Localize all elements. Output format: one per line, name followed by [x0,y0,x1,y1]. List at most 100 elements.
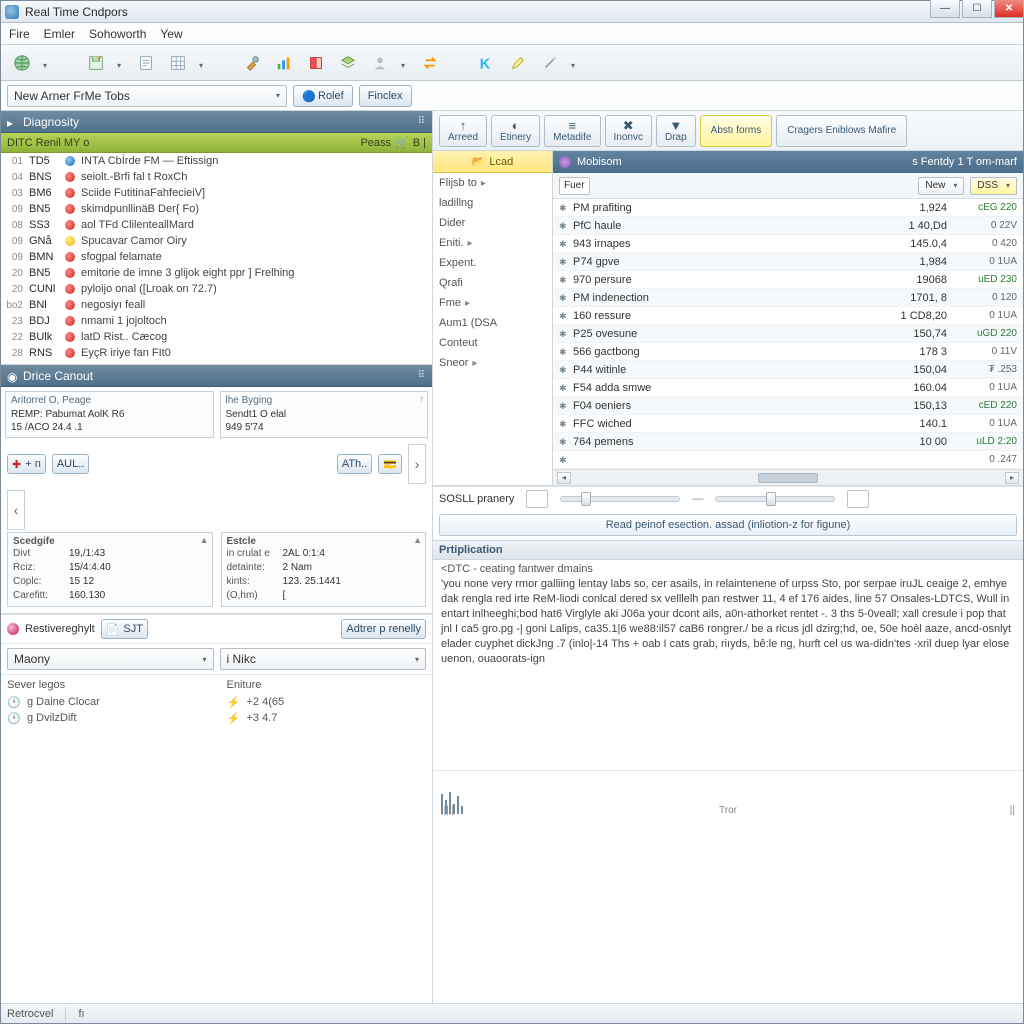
data-row[interactable]: ✱0 .247 [553,451,1023,469]
fuer-button[interactable]: Fuer [559,177,590,195]
load-item[interactable]: Qrafi [439,277,546,289]
dtc-row[interactable]: 20BN5emitorie de imne 3 glijok eight ppr… [1,265,432,281]
new-combo[interactable]: New▾ [918,177,964,195]
data-row[interactable]: ✱764 pemens10 00uLD 2:20 [553,433,1023,451]
pencil-icon[interactable] [507,52,529,74]
load-item[interactable]: Aum1 (DSA [439,317,546,329]
read-button[interactable]: Read peinof esection. assad (inliotion-z… [439,514,1017,536]
sjt-button[interactable]: 📄SJT [101,619,148,639]
swap-icon[interactable] [419,52,441,74]
relief-button[interactable]: 🔵Rolef [293,85,353,107]
panel-grip-icon[interactable]: ⠿ [418,370,426,381]
sosl-field[interactable] [526,490,548,508]
dss-combo[interactable]: DSS▾ [970,177,1017,195]
data-row[interactable]: ✱970 persure19068uED 230 [553,271,1023,289]
dtc-row[interactable]: 08SS3aol TFd ClilenteallMard [1,217,432,233]
dtc-row[interactable]: 04BNSseiolt.-Brfi fal t RoxCh [1,169,432,185]
load-item[interactable]: Dider [439,217,546,229]
layers-icon[interactable] [337,52,359,74]
chart-icon[interactable] [273,52,295,74]
tools-icon[interactable] [241,52,263,74]
dtc-row[interactable]: 09BMNsfogpal felamate [1,249,432,265]
load-item[interactable]: Conteut [439,337,546,349]
dtc-list[interactable]: 01TD5INTA Cbİrde FM — Eftissign04BNSseio… [1,153,432,365]
menu-fire[interactable]: Fire [9,27,30,41]
k-icon[interactable]: K [475,52,497,74]
load-item[interactable]: Eniti.▸ [439,237,546,249]
action-metadife[interactable]: ≡Metadife [544,115,600,147]
dtc-row[interactable]: bo2BNlnegosiyı feall [1,297,432,313]
cart-icon[interactable]: 🛒 [395,136,409,149]
data-row[interactable]: ✱P25 ovesune150,74uGD 220 [553,325,1023,343]
plus-button[interactable]: ✚+ n [7,454,46,474]
action-cragers-eniblows-mafire[interactable]: Cragers Eniblows Mafire [776,115,907,147]
dtc-row[interactable]: 09BN5skimdpunllinäB Der{ Fo) [1,201,432,217]
maximize-button[interactable]: ☐ [962,0,992,18]
action-arreed[interactable]: ↑Arreed [439,115,487,147]
scroll-left-button[interactable]: ‹ [7,490,25,530]
wand-icon[interactable] [539,52,561,74]
load-item[interactable]: Fme▸ [439,297,546,309]
action-drap[interactable]: ▼Drap [656,115,696,147]
data-row[interactable]: ✱F04 oeniers150,13cED 220 [553,397,1023,415]
close-button[interactable]: ✕ [994,0,1024,18]
menu-sohoworth[interactable]: Sohoworth [89,27,146,41]
globe-icon[interactable] [11,52,33,74]
load-item[interactable]: Expent. [439,257,546,269]
sosl-field-2[interactable] [847,490,869,508]
load-item[interactable]: ladillng [439,197,546,209]
data-row[interactable]: ✱PfC haule1 40,Dd0 22V [553,217,1023,235]
data-row[interactable]: ✱PM prafiting1,924cEG 220 [553,199,1023,217]
data-row[interactable]: ✱566 gactbong178 30 11V [553,343,1023,361]
data-row[interactable]: ✱FFC wiched140.10 1UA [553,415,1023,433]
ath-button[interactable]: ATh.. [337,454,372,474]
load-item[interactable]: Sneor▸ [439,357,546,369]
data-row[interactable]: ✱F54 adda smwe160.040 1UA [553,379,1023,397]
nike-combo[interactable]: i Nikc▾ [220,648,427,670]
action-etinery[interactable]: ◐Etinery [491,115,540,147]
aul-button[interactable]: AUL.. [52,454,90,474]
main-combo[interactable]: New Arner FrMe Tobs▾ [7,85,287,107]
dtc-row[interactable]: 28RNSEyçR iriye fan FIt0 [1,345,432,361]
slider-2[interactable] [715,496,835,502]
data-grid[interactable]: ✱PM prafiting1,924cEG 220✱PfC haule1 40,… [553,199,1023,469]
book-icon[interactable] [305,52,327,74]
maony-combo[interactable]: Maony▾ [7,648,214,670]
data-row[interactable]: ✱P74 gpve1,9840 1UA [553,253,1023,271]
list-item[interactable]: 🕐 g Daine Clocar [7,694,207,710]
grid-icon[interactable] [167,52,189,74]
h-scrollbar[interactable]: ◂ ▸ [553,469,1023,485]
panel-grip-icon[interactable]: ⠿ [418,116,426,127]
status-retrocvel[interactable]: Retrocvel [7,1008,53,1020]
data-row[interactable]: ✱160 ressure1 CD8,200 1UA [553,307,1023,325]
dtc-row[interactable]: 20CUNlpyloijo onal ([Lroak on 72.7) [1,281,432,297]
dtc-row[interactable]: 22BUlklatD Rist.. Cæcog [1,329,432,345]
action-inonvc[interactable]: ✖Inonvc [605,115,652,147]
menu-emler[interactable]: Emler [44,27,75,41]
dtc-row[interactable]: 03BM6Sciide FutitinaFahfecieiV] [1,185,432,201]
data-row[interactable]: ✱PM indenection1701, 80 120 [553,289,1023,307]
chevron-icon: ▸ [481,178,486,189]
scroll-right-icon[interactable]: ▸ [1005,472,1019,484]
load-item[interactable]: Flijsb to▸ [439,177,546,189]
save-icon[interactable] [85,52,107,74]
find-button[interactable]: Finclex [359,85,412,107]
slider-1[interactable] [560,496,680,502]
list-item[interactable]: 🕐 g DvilzDift [7,710,207,726]
action-abstı-forms[interactable]: Abstı forms [700,115,773,147]
menu-yew[interactable]: Yew [160,27,182,41]
adtrer-button[interactable]: Adtrer p renelly [341,619,426,639]
card-button[interactable]: 💳 [378,454,402,474]
scroll-left-icon[interactable]: ◂ [557,472,571,484]
scroll-right-button[interactable]: › [408,444,426,484]
dtc-row[interactable]: 09GNåSpucavar Camor Oiry [1,233,432,249]
dtc-row[interactable]: 01TD5INTA Cbİrde FM — Eftissign [1,153,432,169]
data-row[interactable]: ✱943 irnapes145.0,40 420 [553,235,1023,253]
minimize-button[interactable]: — [930,0,960,18]
page-icon[interactable] [135,52,157,74]
person-icon[interactable] [369,52,391,74]
row-icon: ✱ [559,401,569,411]
kv-estcle: ▲ Estcle in crulat e2AL 0:1:4detainte:2 … [221,532,427,607]
data-row[interactable]: ✱P44 witinle150,04₮ .253 [553,361,1023,379]
dtc-row[interactable]: 23BDJnmami 1 jojoltoch [1,313,432,329]
